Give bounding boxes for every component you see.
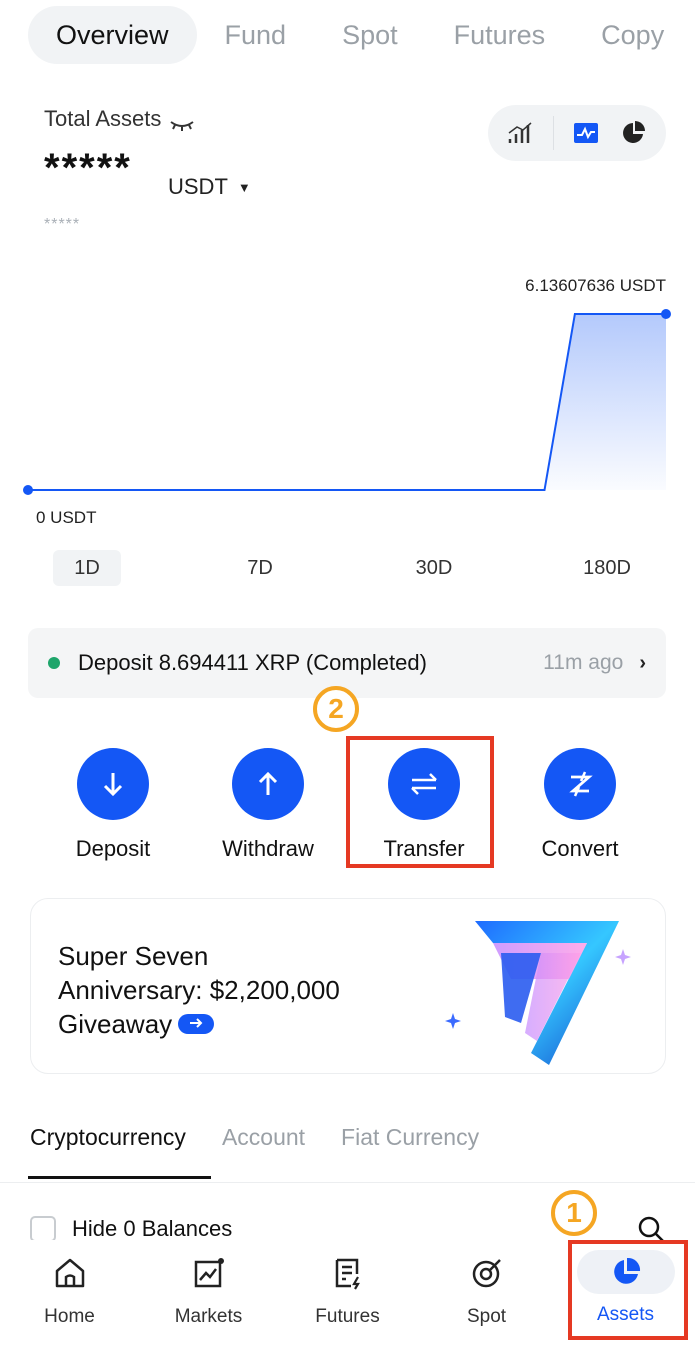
hide-zero-balances-row: Hide 0 Balances xyxy=(30,1216,232,1242)
nav-home[interactable]: Home xyxy=(0,1240,139,1328)
deposit-button[interactable]: Deposit xyxy=(43,748,183,862)
notice-text: Deposit 8.694411 XRP (Completed) xyxy=(78,650,427,675)
promo-line-3: Giveaway xyxy=(58,1009,173,1039)
toggle-divider xyxy=(552,116,554,150)
chart-type-toggle xyxy=(488,105,666,161)
promo-banner[interactable]: Super Seven Anniversary: $2,200,000 Give… xyxy=(30,898,666,1074)
total-assets-fiat-value: ***** xyxy=(44,216,81,233)
home-icon xyxy=(0,1240,139,1296)
hide-zero-balances-label: Hide 0 Balances xyxy=(72,1216,233,1241)
chart-start-point xyxy=(23,485,33,495)
transfer-arrows-icon xyxy=(388,748,460,820)
line-chart-icon[interactable] xyxy=(571,118,601,148)
arrow-down-icon xyxy=(77,748,149,820)
step-marker-1: 1 xyxy=(551,1190,597,1236)
tab-futures[interactable]: Futures xyxy=(426,6,574,64)
asset-type-tabs: Cryptocurrency Account Fiat Currency xyxy=(30,1124,479,1168)
tab-spot[interactable]: Spot xyxy=(314,6,426,64)
tabs-divider xyxy=(0,1182,695,1183)
period-selector: 1D 7D 30D 180D xyxy=(0,550,695,586)
period-30d[interactable]: 30D xyxy=(394,550,474,586)
deposit-notice[interactable]: Deposit 8.694411 XRP (Completed) 11m ago… xyxy=(28,628,666,698)
notice-time: 11m ago xyxy=(543,651,624,674)
tab-overview[interactable]: Overview xyxy=(28,6,197,64)
nav-futures[interactable]: Futures xyxy=(278,1240,417,1328)
markets-icon xyxy=(139,1240,278,1296)
nav-home-label: Home xyxy=(44,1306,95,1327)
period-7d[interactable]: 7D xyxy=(226,550,294,586)
nav-markets[interactable]: Markets xyxy=(139,1240,278,1328)
nav-spot-label: Spot xyxy=(466,1306,507,1327)
nav-markets-label: Markets xyxy=(174,1306,243,1327)
seven-logo-graphic xyxy=(445,921,631,1065)
withdraw-button[interactable]: Withdraw xyxy=(198,748,338,862)
bar-chart-icon[interactable] xyxy=(505,118,535,148)
nav-futures-label: Futures xyxy=(315,1306,380,1327)
promo-line-2: Anniversary: $2,200,000 xyxy=(58,975,340,1005)
tab-fiat-currency[interactable]: Fiat Currency xyxy=(341,1124,479,1168)
spot-icon xyxy=(417,1240,556,1296)
tab-account[interactable]: Account xyxy=(222,1124,305,1168)
total-assets-value: ***** xyxy=(44,146,132,190)
tab-cryptocurrency[interactable]: Cryptocurrency xyxy=(30,1124,186,1168)
transfer-button[interactable]: Transfer xyxy=(354,748,494,862)
arrow-up-icon xyxy=(232,748,304,820)
status-dot xyxy=(48,657,60,669)
promo-title: Super Seven Anniversary: $2,200,000 Give… xyxy=(58,939,418,1041)
hidden-eye-icon[interactable] xyxy=(169,112,195,131)
chevron-right-icon: › xyxy=(639,651,646,674)
convert-button[interactable]: Convert xyxy=(510,748,650,862)
total-assets-header: Total Assets xyxy=(44,106,195,132)
tab-copy[interactable]: Copy xyxy=(573,6,692,64)
assets-highlight-box xyxy=(568,1240,688,1340)
convert-label: Convert xyxy=(541,836,619,861)
step-marker-2: 2 xyxy=(313,686,359,732)
active-tab-underline xyxy=(28,1176,211,1179)
deposit-label: Deposit xyxy=(75,836,151,861)
caret-down-icon: ▼ xyxy=(237,179,251,195)
transfer-label: Transfer xyxy=(383,836,465,861)
asset-chart-svg xyxy=(23,309,671,495)
chart-max-label: 6.13607636 USDT xyxy=(525,276,666,295)
period-180d[interactable]: 180D xyxy=(566,550,648,586)
arrow-right-icon[interactable] xyxy=(178,1014,215,1035)
withdraw-label: Withdraw xyxy=(222,836,314,861)
asset-chart: 6.13607636 USDT 0 USDT xyxy=(0,270,695,540)
currency-label: USDT xyxy=(168,174,228,199)
tab-fund[interactable]: Fund xyxy=(197,6,315,64)
period-1d[interactable]: 1D xyxy=(53,550,121,586)
total-assets-label: Total Assets xyxy=(44,106,162,131)
nav-spot[interactable]: Spot xyxy=(417,1240,556,1328)
convert-icon xyxy=(544,748,616,820)
promo-line-1: Super Seven xyxy=(58,941,209,971)
futures-icon xyxy=(278,1240,417,1296)
chart-end-point xyxy=(661,309,671,319)
currency-selector[interactable]: USDT ▼ xyxy=(168,174,251,200)
chart-min-label: 0 USDT xyxy=(36,508,97,527)
pie-chart-icon[interactable] xyxy=(619,118,649,148)
hide-zero-balances-checkbox[interactable] xyxy=(30,1216,56,1242)
top-tab-bar: Overview Fund Spot Futures Copy xyxy=(28,6,695,64)
